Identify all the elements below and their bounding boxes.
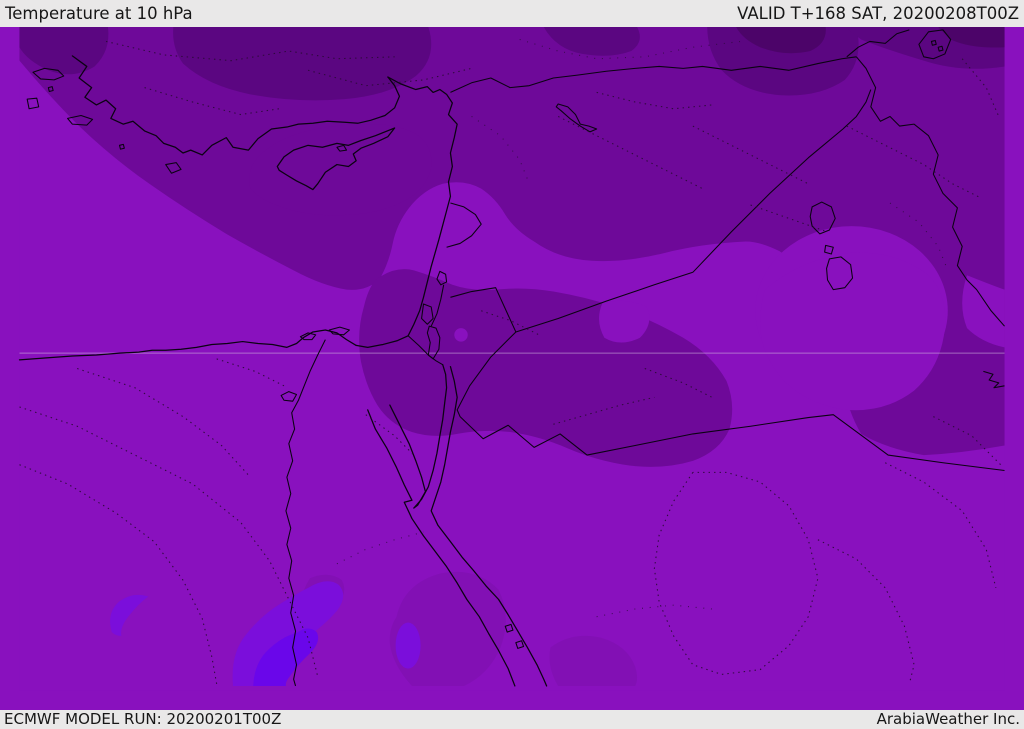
temperature-map-svg xyxy=(18,27,1005,691)
weather-map-app: Temperature at 10 hPa VALID T+168 SAT, 2… xyxy=(0,0,1024,729)
header-bar: Temperature at 10 hPa VALID T+168 SAT, 2… xyxy=(0,0,1024,27)
footer-bar: ECMWF MODEL RUN: 20200201T00Z ArabiaWeat… xyxy=(0,710,1024,729)
map-canvas[interactable] xyxy=(0,27,1024,710)
credit-label: ArabiaWeather Inc. xyxy=(876,710,1020,728)
model-run-label: ECMWF MODEL RUN: 20200201T00Z xyxy=(4,710,282,728)
valid-time-label: VALID T+168 SAT, 20200208T00Z xyxy=(737,4,1019,23)
map-title: Temperature at 10 hPa xyxy=(5,4,193,23)
